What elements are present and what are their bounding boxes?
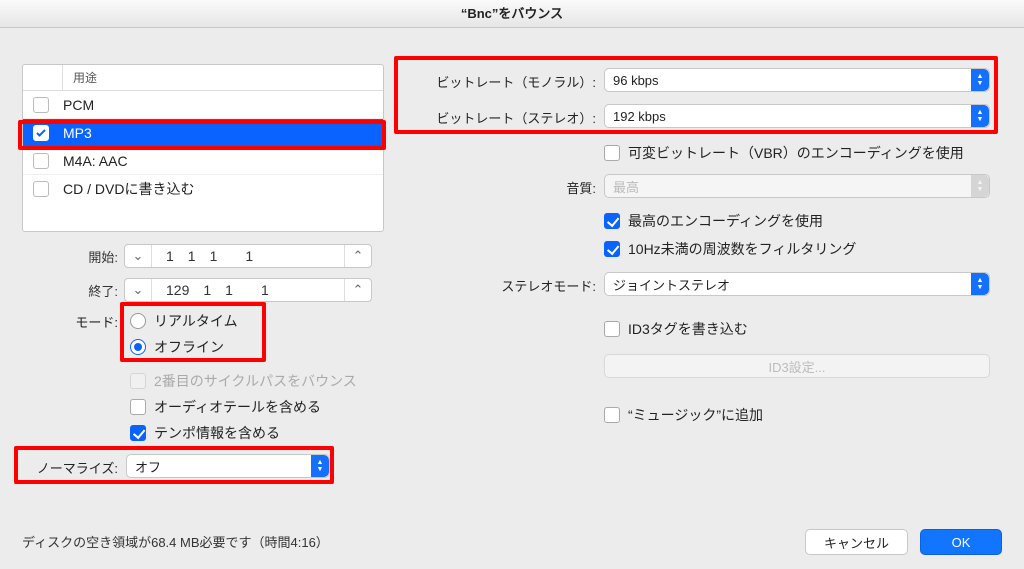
checkbox-icon bbox=[130, 425, 146, 441]
id3-write-label: ID3タグを書き込む bbox=[628, 319, 748, 339]
checkbox-icon bbox=[604, 241, 620, 257]
second-cycle-checkbox: 2番目のサイクルパスをバウンス bbox=[130, 370, 357, 392]
format-label: M4A: AAC bbox=[63, 153, 128, 169]
format-row-cddvd[interactable]: CD / DVDに書き込む bbox=[23, 175, 383, 203]
bitrate-mono-select[interactable]: 96 kbps ▲▼ bbox=[604, 68, 990, 92]
checkbox-icon bbox=[130, 373, 146, 389]
second-cycle-label: 2番目のサイクルパスをバウンス bbox=[154, 371, 357, 391]
format-list-header: 用途 bbox=[23, 65, 383, 91]
stereo-mode-select[interactable]: ジョイントステレオ ▲▼ bbox=[604, 272, 990, 296]
start-spinbox[interactable]: ⌄ 1 1 1 1 ⌃ bbox=[124, 244, 372, 268]
add-to-music-checkbox[interactable]: “ミュージック”に追加 bbox=[604, 404, 763, 426]
tempo-info-label: テンポ情報を含める bbox=[154, 423, 280, 443]
tempo-info-checkbox[interactable]: テンポ情報を含める bbox=[130, 422, 280, 444]
mode-offline-label: オフライン bbox=[154, 337, 224, 357]
bitrate-stereo-value: 192 kbps bbox=[613, 109, 666, 124]
updown-arrows-icon: ▲▼ bbox=[311, 455, 329, 477]
mode-offline-radio[interactable]: オフライン bbox=[130, 336, 224, 358]
updown-arrows-icon: ▲▼ bbox=[971, 175, 989, 197]
format-check-mp3[interactable] bbox=[33, 125, 49, 141]
format-check-cddvd[interactable] bbox=[33, 181, 49, 197]
stereo-mode-label: ステレオモード: bbox=[450, 276, 596, 295]
normalize-value: オフ bbox=[135, 457, 161, 476]
best-encoding-label: 最高のエンコーディングを使用 bbox=[628, 211, 823, 231]
audio-tail-checkbox[interactable]: オーディオテールを含める bbox=[130, 396, 321, 418]
format-list[interactable]: 用途 PCM MP3 M4A: AAC CD / DVDに書き込む bbox=[22, 64, 384, 232]
updown-arrows-icon: ▲▼ bbox=[971, 69, 989, 91]
checkbox-icon bbox=[604, 145, 620, 161]
format-label: PCM bbox=[63, 97, 94, 113]
stereo-mode-value: ジョイントステレオ bbox=[613, 275, 730, 294]
disk-status: ディスクの空き領域が68.4 MB必要です（時間4:16） bbox=[22, 532, 329, 551]
updown-arrows-icon: ▲▼ bbox=[971, 273, 989, 295]
quality-value: 最高 bbox=[613, 177, 639, 196]
chevron-down-icon[interactable]: ⌄ bbox=[125, 279, 151, 301]
end-label: 終了: bbox=[70, 281, 118, 300]
bitrate-stereo-select[interactable]: 192 kbps ▲▼ bbox=[604, 104, 990, 128]
checkbox-icon bbox=[604, 407, 620, 423]
quality-select: 最高 ▲▼ bbox=[604, 174, 990, 198]
best-encoding-checkbox[interactable]: 最高のエンコーディングを使用 bbox=[604, 210, 823, 232]
chevron-up-icon[interactable]: ⌃ bbox=[345, 245, 371, 267]
audio-tail-label: オーディオテールを含める bbox=[154, 397, 321, 417]
checkbox-icon bbox=[130, 399, 146, 415]
bitrate-mono-value: 96 kbps bbox=[613, 73, 659, 88]
updown-arrows-icon: ▲▼ bbox=[971, 105, 989, 127]
id3-write-checkbox[interactable]: ID3タグを書き込む bbox=[604, 318, 748, 340]
format-check-m4a[interactable] bbox=[33, 153, 49, 169]
ok-button[interactable]: OK bbox=[920, 529, 1002, 555]
radio-icon bbox=[130, 313, 146, 329]
add-to-music-label: “ミュージック”に追加 bbox=[628, 405, 763, 425]
chevron-down-icon[interactable]: ⌄ bbox=[125, 245, 151, 267]
format-check-pcm[interactable] bbox=[33, 97, 49, 113]
end-spinbox[interactable]: ⌄ 129 1 1 1 ⌃ bbox=[124, 278, 372, 302]
id3-settings-button: ID3設定... bbox=[604, 354, 990, 378]
format-row-m4a[interactable]: M4A: AAC bbox=[23, 147, 383, 175]
radio-icon bbox=[130, 339, 146, 355]
filter-10hz-label: 10Hz未満の周波数をフィルタリング bbox=[628, 239, 856, 259]
chevron-up-icon[interactable]: ⌃ bbox=[345, 279, 371, 301]
normalize-label: ノーマライズ: bbox=[18, 458, 118, 477]
quality-label: 音質: bbox=[480, 178, 596, 197]
mode-label: モード: bbox=[40, 312, 118, 331]
format-row-pcm[interactable]: PCM bbox=[23, 91, 383, 119]
mode-realtime-radio[interactable]: リアルタイム bbox=[130, 310, 238, 332]
start-label: 開始: bbox=[70, 247, 118, 266]
mode-realtime-label: リアルタイム bbox=[154, 311, 238, 331]
normalize-select[interactable]: オフ ▲▼ bbox=[126, 454, 330, 478]
window-title: “Bnc”をバウンス bbox=[0, 0, 1024, 28]
cancel-button[interactable]: キャンセル bbox=[805, 529, 908, 555]
filter-10hz-checkbox[interactable]: 10Hz未満の周波数をフィルタリング bbox=[604, 238, 856, 260]
checkbox-icon bbox=[604, 321, 620, 337]
format-label: CD / DVDに書き込む bbox=[63, 179, 194, 199]
vbr-label: 可変ビットレート（VBR）のエンコーディングを使用 bbox=[628, 143, 964, 163]
bitrate-mono-label: ビットレート（モノラル）: bbox=[398, 72, 596, 91]
bitrate-stereo-label: ビットレート（ステレオ）: bbox=[398, 108, 596, 127]
format-row-mp3[interactable]: MP3 bbox=[23, 119, 383, 147]
vbr-checkbox[interactable]: 可変ビットレート（VBR）のエンコーディングを使用 bbox=[604, 142, 964, 164]
checkbox-icon bbox=[604, 213, 620, 229]
format-label: MP3 bbox=[63, 125, 92, 141]
